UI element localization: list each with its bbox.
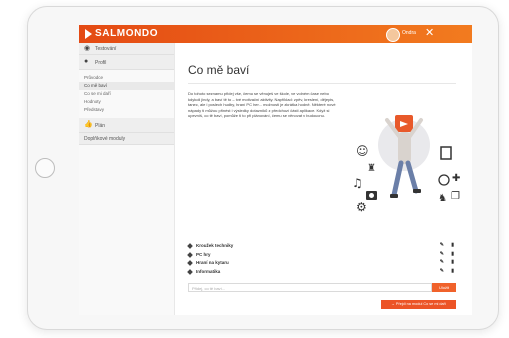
- pencil-icon[interactable]: ✎: [440, 268, 444, 274]
- trash-icon[interactable]: ▮: [451, 268, 454, 274]
- sidebar-link-co-se-mi-dari[interactable]: Co se mi daří: [79, 90, 174, 98]
- trash-icon[interactable]: ▮: [451, 251, 454, 257]
- sidebar-link-pruvodce[interactable]: Průvodce: [79, 74, 174, 82]
- thumbs-up-icon: 👍: [84, 121, 93, 128]
- pencil-icon[interactable]: ✎: [440, 259, 444, 265]
- sidebar-link-predstavy[interactable]: Představy: [79, 106, 174, 114]
- brand-logo[interactable]: SALMONDO: [95, 28, 158, 39]
- app-screen: SALMONDO Ondra ✕ ◉ Testování ● Profil Pr…: [79, 25, 472, 315]
- bullet-icon: [187, 243, 193, 249]
- sidebar-link-co-me-bavi[interactable]: Co mě baví: [79, 82, 174, 90]
- save-button[interactable]: Uložit: [432, 283, 456, 292]
- bicycle-icon: ⚙: [356, 200, 367, 214]
- person-icon: ●: [84, 58, 89, 65]
- sidebar: ◉ Testování ● Profil Průvodce Co mě baví…: [79, 43, 175, 315]
- logo-arrow-icon: [85, 29, 92, 39]
- gamepad-icon: ✚: [452, 173, 460, 184]
- bullet-icon: [187, 260, 193, 266]
- user-name[interactable]: Ondra: [402, 30, 416, 36]
- interest-label: PC hry: [196, 251, 211, 257]
- dress-icon: ♜: [367, 163, 376, 174]
- theater-masks-icon: ☺: [356, 144, 369, 158]
- bullet-icon: [187, 251, 193, 258]
- book-icon: ❐: [451, 191, 460, 202]
- sidebar-item-plan[interactable]: 👍 Plán: [79, 118, 174, 133]
- music-note-icon: ♫: [352, 176, 363, 190]
- interest-label: Informatika: [196, 268, 221, 274]
- bullet-icon: [187, 268, 193, 275]
- interests-list: Kroužek techniky ✎ ▮ PC hry ✎ ▮ Hraní na…: [187, 242, 456, 278]
- trash-icon[interactable]: ▮: [451, 242, 454, 248]
- sidebar-item-doplnkove-moduly[interactable]: Doplňkové moduly: [79, 133, 174, 145]
- add-interest-input[interactable]: Přidej, co tě baví...: [188, 283, 432, 292]
- list-item: PC hry ✎ ▮: [187, 251, 456, 261]
- home-button[interactable]: [35, 158, 55, 178]
- hero-illustration: ☺ ♜ ♫ ⚙ ✚ ♞ ❐: [352, 115, 460, 214]
- divider: [188, 83, 456, 84]
- avatar[interactable]: [386, 28, 400, 42]
- list-item: Informatika ✎ ▮: [187, 268, 456, 278]
- film-icon: [440, 146, 452, 160]
- sidebar-item-label: Profil: [95, 60, 107, 66]
- gauge-icon: ◉: [84, 45, 91, 52]
- sidebar-item-testovani[interactable]: ◉ Testování: [79, 43, 174, 55]
- soccer-ball-icon: [438, 174, 450, 186]
- dog-icon: ♞: [438, 193, 447, 204]
- tools-icon[interactable]: ✕: [425, 26, 434, 40]
- top-bar: SALMONDO Ondra ✕: [79, 25, 472, 43]
- main-content: Co mě baví Do tohoto seznamu přidej vše,…: [174, 43, 472, 315]
- trash-icon[interactable]: ▮: [451, 259, 454, 265]
- interest-label: Kroužek techniky: [196, 243, 234, 248]
- sidebar-item-label: Plán: [95, 123, 106, 129]
- pencil-icon[interactable]: ✎: [440, 251, 444, 257]
- page-title: Co mě baví: [188, 63, 250, 77]
- intro-text: Do tohoto seznamu přidej vše, čemu se vě…: [188, 91, 336, 119]
- interest-label: Hraní na kytaru: [196, 260, 229, 265]
- jumping-person-illustration: [378, 115, 430, 198]
- next-module-button[interactable]: → Přejdi na modul Co se mi daří: [381, 300, 456, 309]
- sidebar-link-hodnoty[interactable]: Hodnoty: [79, 98, 174, 106]
- sidebar-item-profil[interactable]: ● Profil: [79, 55, 174, 70]
- sidebar-item-label: Testování: [95, 46, 117, 52]
- list-item: Hraní na kytaru ✎ ▮: [187, 259, 456, 269]
- list-item: Kroužek techniky ✎ ▮: [187, 242, 456, 252]
- pencil-icon[interactable]: ✎: [440, 242, 444, 248]
- sidebar-item-label: Doplňkové moduly: [84, 136, 126, 142]
